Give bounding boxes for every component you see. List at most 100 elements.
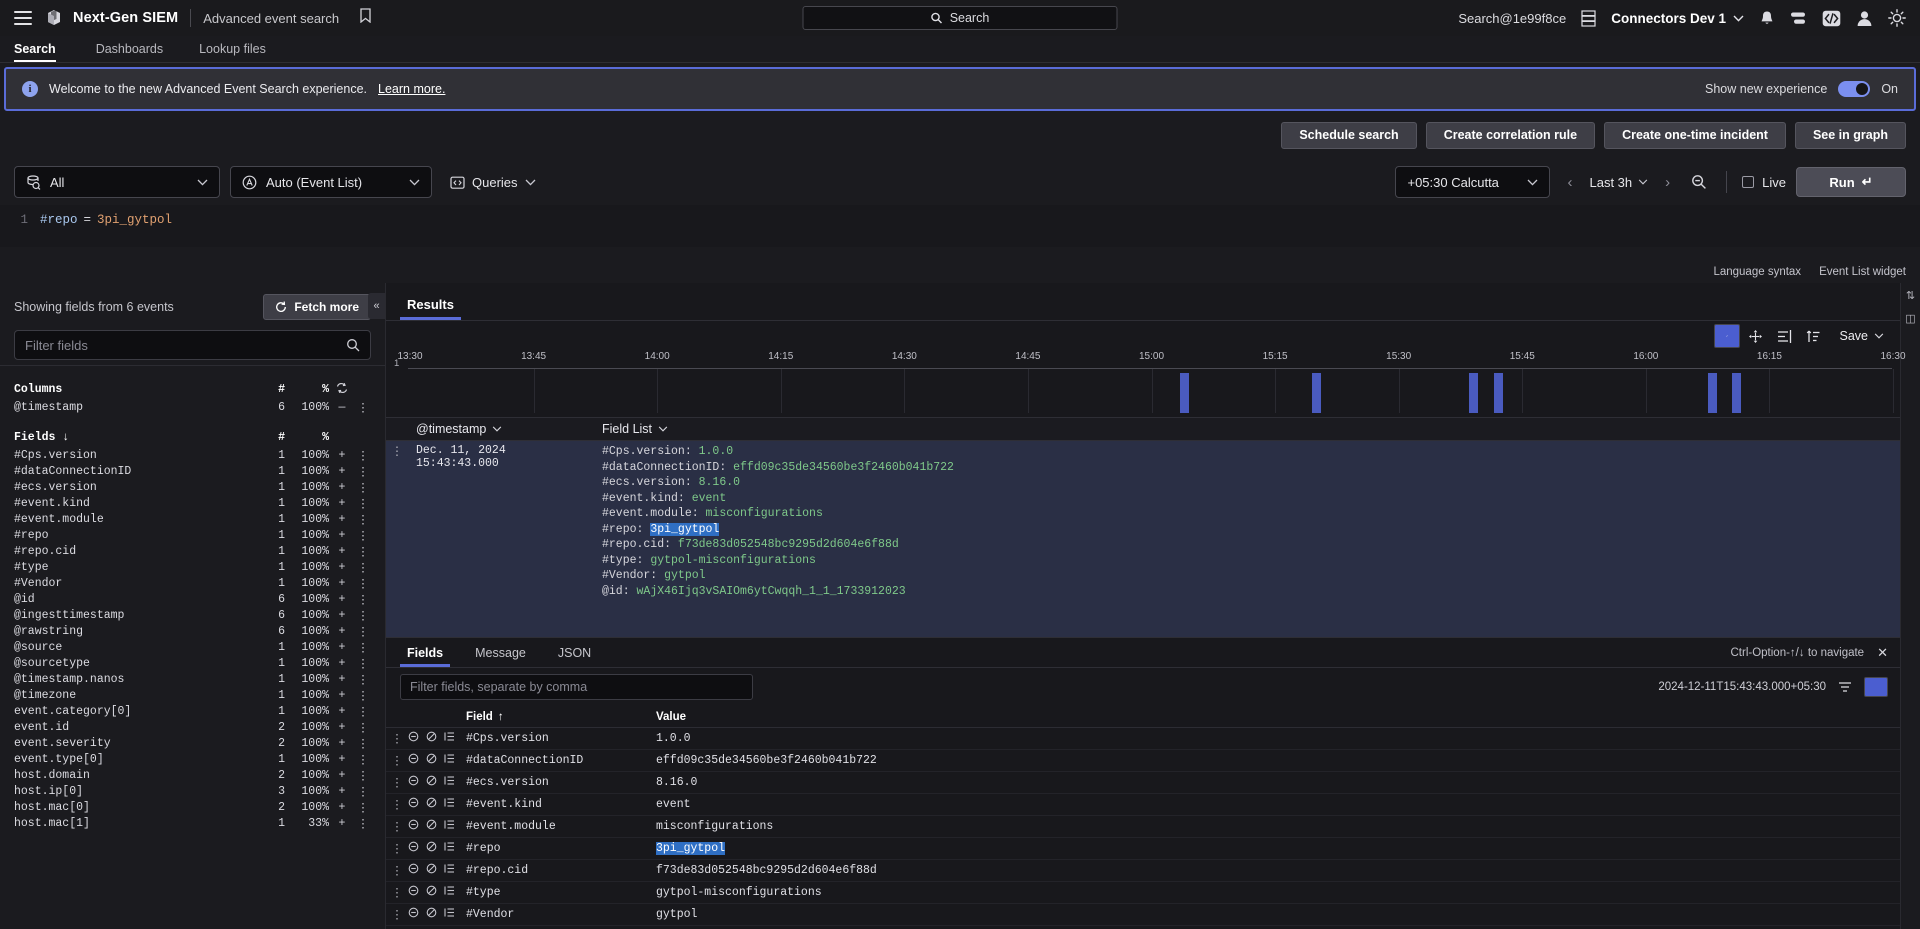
kebab-menu-icon[interactable]: ⋮ <box>355 560 371 575</box>
histogram-bar[interactable] <box>1180 373 1189 413</box>
add-field-icon[interactable]: + <box>329 497 355 510</box>
detail-table-row[interactable]: ⋮#Cps.version1.0.0 <box>386 728 1900 750</box>
field-row[interactable]: @source1100%+⋮ <box>0 639 385 655</box>
kebab-menu-icon[interactable]: ⋮ <box>355 448 371 463</box>
detail-filter-text[interactable] <box>410 680 743 694</box>
add-field-icon[interactable]: + <box>329 625 355 638</box>
add-field-icon[interactable]: + <box>329 817 355 830</box>
add-field-icon[interactable]: + <box>329 801 355 814</box>
sun-theme-icon[interactable] <box>1888 9 1906 27</box>
editor-resize-handle[interactable] <box>0 247 1920 261</box>
bookmark-icon[interactable] <box>359 8 372 28</box>
filter-lines-icon[interactable] <box>1835 677 1855 697</box>
next-time-range-button[interactable]: › <box>1658 174 1677 191</box>
field-row[interactable]: @timestamp.nanos1100%+⋮ <box>0 671 385 687</box>
close-icon[interactable]: ✕ <box>1877 645 1888 661</box>
kebab-menu-icon[interactable]: ⋮ <box>355 752 371 767</box>
list-field-icon[interactable] <box>444 797 455 812</box>
kebab-menu-icon[interactable]: ⋮ <box>386 863 408 878</box>
histogram-bar[interactable] <box>1732 373 1741 413</box>
add-field-icon[interactable]: + <box>329 753 355 766</box>
detail-col-field[interactable]: Field↑ <box>466 711 656 723</box>
list-field-icon[interactable] <box>444 731 455 746</box>
negate-circle-icon[interactable] <box>426 863 437 878</box>
sync-icon[interactable] <box>329 382 355 398</box>
add-field-icon[interactable]: + <box>329 513 355 526</box>
negate-circle-icon[interactable] <box>426 885 437 900</box>
field-row[interactable]: @ingesttimestamp6100%+⋮ <box>0 607 385 623</box>
timezone-selector[interactable]: +05:30 Calcutta <box>1395 166 1550 198</box>
schedule-search-button[interactable]: Schedule search <box>1281 122 1416 149</box>
negate-circle-icon[interactable] <box>426 753 437 768</box>
kebab-menu-icon[interactable]: ⋮ <box>355 672 371 687</box>
histogram-bar[interactable] <box>1708 373 1717 413</box>
create-one-time-incident-button[interactable]: Create one-time incident <box>1604 122 1786 149</box>
save-button[interactable]: Save <box>1830 329 1891 343</box>
kebab-menu-icon[interactable]: ⋮ <box>355 640 371 655</box>
sort-asc-icon[interactable] <box>1801 324 1827 348</box>
see-in-graph-button[interactable]: See in graph <box>1795 122 1906 149</box>
kebab-menu-icon[interactable]: ⋮ <box>355 544 371 559</box>
code-brackets-icon[interactable] <box>1822 10 1841 27</box>
bell-icon[interactable] <box>1759 10 1775 27</box>
negate-circle-icon[interactable] <box>426 907 437 922</box>
field-row[interactable]: #repo.cid1100%+⋮ <box>0 543 385 559</box>
kebab-menu-icon[interactable]: ⋮ <box>355 624 371 639</box>
list-field-icon[interactable] <box>444 775 455 790</box>
exclude-circle-icon[interactable] <box>408 775 419 790</box>
stacked-list-icon[interactable] <box>1790 11 1807 26</box>
add-field-icon[interactable]: + <box>329 657 355 670</box>
field-row[interactable]: #ecs.version1100%+⋮ <box>0 479 385 495</box>
columns-row[interactable]: @timestamp 6 100% — ⋮ <box>0 399 385 415</box>
field-row[interactable]: event.category[0]1100%+⋮ <box>0 703 385 719</box>
field-row[interactable]: #Vendor1100%+⋮ <box>0 575 385 591</box>
kebab-menu-icon[interactable]: ⋮ <box>355 784 371 799</box>
kebab-menu-icon[interactable]: ⋮ <box>386 819 408 834</box>
add-field-icon[interactable]: + <box>329 577 355 590</box>
filter-fields-text[interactable] <box>25 338 346 353</box>
field-row[interactable]: #dataConnectionID1100%+⋮ <box>0 463 385 479</box>
field-row[interactable]: #Cps.version1100%+⋮ <box>0 447 385 463</box>
kebab-menu-icon[interactable]: ⋮ <box>355 656 371 671</box>
detail-table-row[interactable]: ⋮#event.kindevent <box>386 794 1900 816</box>
view-mode-selector[interactable]: Auto (Event List) <box>230 166 432 198</box>
event-col-timestamp[interactable]: @timestamp <box>408 422 588 436</box>
field-row[interactable]: host.domain2100%+⋮ <box>0 767 385 783</box>
detail-table-row[interactable]: ⋮#ecs.version8.16.0 <box>386 772 1900 794</box>
create-correlation-rule-button[interactable]: Create correlation rule <box>1426 122 1595 149</box>
add-field-icon[interactable]: + <box>329 561 355 574</box>
kebab-menu-icon[interactable]: ⋮ <box>355 768 371 783</box>
list-field-icon[interactable] <box>444 819 455 834</box>
event-list-widget-link[interactable]: Event List widget <box>1819 266 1906 278</box>
kebab-menu-icon[interactable]: ⋮ <box>355 576 371 591</box>
tab-results[interactable]: Results <box>400 297 461 320</box>
kebab-menu-icon[interactable]: ⋮ <box>355 736 371 751</box>
kebab-menu-icon[interactable]: ⋮ <box>355 400 371 415</box>
add-field-icon[interactable]: + <box>329 449 355 462</box>
add-field-icon[interactable]: + <box>329 705 355 718</box>
negate-circle-icon[interactable] <box>426 775 437 790</box>
add-field-icon[interactable]: + <box>329 641 355 654</box>
nav-tab-search[interactable]: Search <box>14 36 78 62</box>
add-field-icon[interactable]: + <box>329 545 355 558</box>
exclude-circle-icon[interactable] <box>408 753 419 768</box>
filter-fields-input[interactable] <box>14 330 371 360</box>
detail-table-row[interactable]: ⋮#Vendorgytpol <box>386 904 1900 926</box>
search-icon[interactable] <box>346 338 360 352</box>
kebab-menu-icon[interactable]: ⋮ <box>386 731 408 746</box>
negate-circle-icon[interactable] <box>426 819 437 834</box>
kebab-menu-icon[interactable]: ⋮ <box>355 704 371 719</box>
field-row[interactable]: @sourcetype1100%+⋮ <box>0 655 385 671</box>
pen-edit-icon[interactable] <box>1714 324 1740 348</box>
tab-json[interactable]: JSON <box>551 646 598 667</box>
show-new-experience-toggle[interactable] <box>1838 81 1870 97</box>
kebab-menu-icon[interactable]: ⋮ <box>355 608 371 623</box>
field-row[interactable]: host.ip[0]3100%+⋮ <box>0 783 385 799</box>
hamburger-menu-icon[interactable] <box>14 11 32 25</box>
field-row[interactable]: host.mac[1]133%+⋮ <box>0 815 385 831</box>
add-field-icon[interactable]: + <box>329 609 355 622</box>
zoom-out-icon[interactable] <box>1691 174 1707 190</box>
histogram-bar[interactable] <box>1494 373 1503 413</box>
exclude-circle-icon[interactable] <box>408 731 419 746</box>
kebab-menu-icon[interactable]: ⋮ <box>386 444 408 637</box>
